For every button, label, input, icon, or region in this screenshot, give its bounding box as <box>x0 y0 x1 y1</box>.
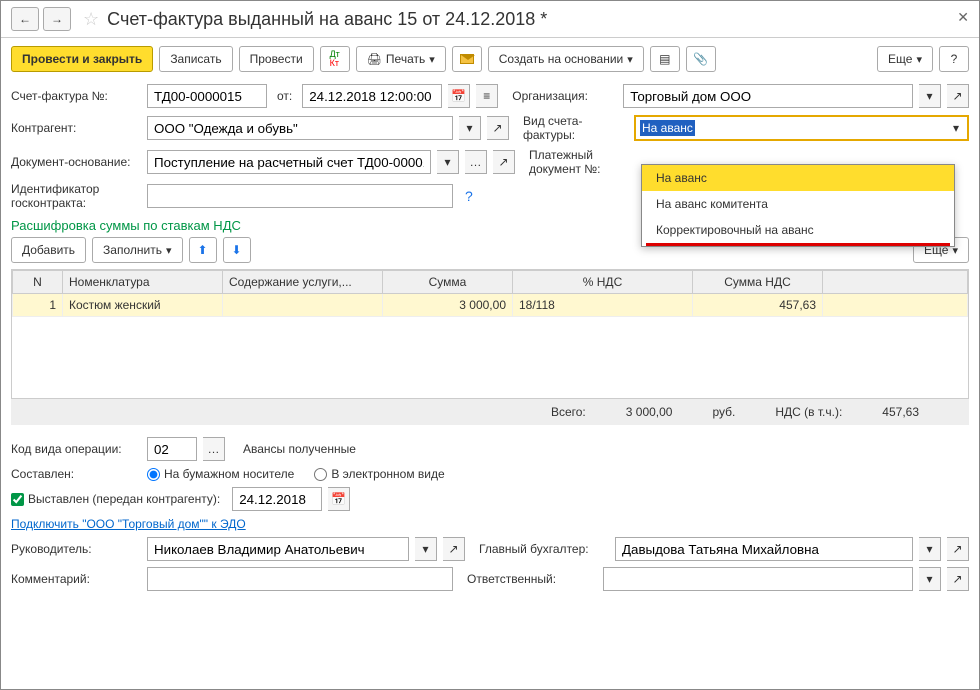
move-down-button[interactable]: ⬇ <box>223 237 251 263</box>
help-button[interactable]: ? <box>939 46 969 72</box>
basis-doc-input[interactable] <box>147 150 431 174</box>
structure-icon: ▤ <box>659 52 670 66</box>
star-icon[interactable]: ☆ <box>83 9 99 30</box>
email-button[interactable] <box>452 46 482 72</box>
gov-contract-input[interactable] <box>147 184 453 208</box>
invoice-type-dropdown: На аванс На аванс комитента Корректирово… <box>641 164 955 247</box>
date-input[interactable] <box>302 84 442 108</box>
responsible-input[interactable] <box>603 567 913 591</box>
col-vatsum[interactable]: Сумма НДС <box>693 271 823 294</box>
move-up-button[interactable]: ⬆ <box>189 237 217 263</box>
structure-button[interactable]: ▤ <box>650 46 680 72</box>
print-button[interactable]: 🖨Печать▾ <box>356 46 446 72</box>
counterparty-input[interactable] <box>147 116 453 140</box>
invoice-no-label: Счет-фактура №: <box>11 89 141 103</box>
issued-date-input[interactable] <box>232 487 322 511</box>
resp-open-icon[interactable]: ↗ <box>947 567 969 591</box>
head-input[interactable] <box>147 537 409 561</box>
col-nom[interactable]: Номенклатура <box>63 271 223 294</box>
payment-doc-label: Платежный документ №: <box>529 148 634 176</box>
basis-doc-label: Документ-основание: <box>11 155 141 169</box>
dropdown-item-komitent[interactable]: На аванс комитента <box>642 191 954 217</box>
col-sum[interactable]: Сумма <box>383 271 513 294</box>
cp-dropdown-icon[interactable]: ▾ <box>459 116 481 140</box>
composed-label: Составлен: <box>11 467 141 481</box>
dtkt-button[interactable]: ДтКт <box>320 46 350 72</box>
counterparty-label: Контрагент: <box>11 121 141 135</box>
responsible-label: Ответственный: <box>467 572 597 586</box>
col-n[interactable]: N <box>13 271 63 294</box>
calendar-icon[interactable]: 📅 <box>448 84 470 108</box>
issued-checkbox[interactable]: Выставлен (передан контрагенту): <box>11 492 220 506</box>
dropdown-item-correction[interactable]: Корректировочный на аванс <box>642 217 954 243</box>
op-code-input[interactable] <box>147 437 197 461</box>
basis-dropdown-icon[interactable]: ▾ <box>437 150 459 174</box>
acc-open-icon[interactable]: ↗ <box>947 537 969 561</box>
invoice-no-input[interactable] <box>147 84 267 108</box>
totals-bar: Всего: 3 000,00 руб. НДС (в т.ч.): 457,6… <box>11 399 969 425</box>
more-button[interactable]: Еще▾ <box>877 46 933 72</box>
org-dropdown-icon[interactable]: ▾ <box>919 84 941 108</box>
table-row[interactable]: 1 Костюм женский 3 000,00 18/118 457,63 <box>13 294 968 317</box>
head-label: Руководитель: <box>11 542 141 556</box>
col-vat[interactable]: % НДС <box>513 271 693 294</box>
org-label: Организация: <box>512 89 617 103</box>
paper-radio[interactable]: На бумажном носителе <box>147 467 294 481</box>
org-input[interactable] <box>623 84 913 108</box>
clip-icon: 📎 <box>693 52 708 66</box>
close-icon[interactable]: ✕ <box>957 9 969 26</box>
op-code-text: Авансы полученные <box>243 442 356 456</box>
basis-dots-icon[interactable]: … <box>465 150 487 174</box>
edo-link[interactable]: Подключить "ООО "Торговый дом"" к ЭДО <box>11 517 246 531</box>
gov-contract-label: Идентификатор госконтракта: <box>11 182 141 210</box>
head-open-icon[interactable]: ↗ <box>443 537 465 561</box>
op-code-label: Код вида операции: <box>11 442 141 456</box>
create-based-button[interactable]: Создать на основании▾ <box>488 46 644 72</box>
dropdown-item-advance[interactable]: На аванс <box>642 165 954 191</box>
save-button[interactable]: Записать <box>159 46 232 72</box>
acc-dropdown-icon[interactable]: ▾ <box>919 537 941 561</box>
from-label: от: <box>277 89 292 103</box>
process-close-button[interactable]: Провести и закрыть <box>11 46 153 72</box>
table: N Номенклатура Содержание услуги,... Сум… <box>11 269 969 399</box>
accountant-label: Главный бухгалтер: <box>479 542 609 556</box>
invoice-type-label: Вид счета-фактуры: <box>523 114 628 142</box>
fill-button[interactable]: Заполнить▾ <box>92 237 182 263</box>
comment-label: Комментарий: <box>11 572 141 586</box>
comment-input[interactable] <box>147 567 453 591</box>
resp-dropdown-icon[interactable]: ▾ <box>919 567 941 591</box>
basis-open-icon[interactable]: ↗ <box>493 150 515 174</box>
page-title: Счет-фактура выданный на аванс 15 от 24.… <box>107 9 547 30</box>
process-button[interactable]: Провести <box>239 46 314 72</box>
invoice-type-select[interactable]: На аванс ▾ <box>634 115 969 141</box>
envelope-icon <box>460 54 474 64</box>
add-button[interactable]: Добавить <box>11 237 86 263</box>
nav-back-button[interactable]: ← <box>11 7 39 31</box>
col-svc[interactable]: Содержание услуги,... <box>223 271 383 294</box>
chevron-down-icon: ▾ <box>949 121 963 135</box>
accountant-input[interactable] <box>615 537 913 561</box>
issued-calendar-icon[interactable]: 📅 <box>328 487 350 511</box>
electronic-radio[interactable]: В электронном виде <box>314 467 444 481</box>
attach-button[interactable]: 📎 <box>686 46 716 72</box>
red-underline <box>646 243 950 246</box>
head-dropdown-icon[interactable]: ▾ <box>415 537 437 561</box>
cp-open-icon[interactable]: ↗ <box>487 116 509 140</box>
op-code-dots-icon[interactable]: … <box>203 437 225 461</box>
printer-icon: 🖨 <box>367 52 382 66</box>
org-open-icon[interactable]: ↗ <box>947 84 969 108</box>
list-icon[interactable]: ≡ <box>476 84 498 108</box>
help-icon[interactable]: ? <box>465 188 473 204</box>
nav-fwd-button[interactable]: → <box>43 7 71 31</box>
